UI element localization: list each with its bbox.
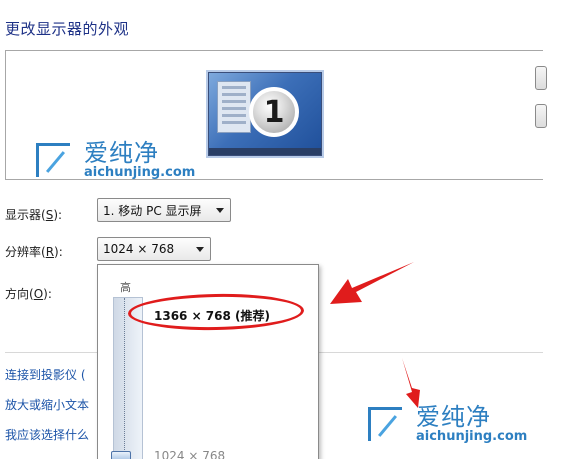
watermark-en: aichunjing.com bbox=[84, 165, 196, 180]
watermark-bottom: 爱纯净 aichunjing.com bbox=[368, 404, 527, 444]
display-select-value: 1. 移动 PC 显示屏 bbox=[103, 203, 202, 218]
resolution-select-value: 1024 × 768 bbox=[103, 242, 175, 256]
text-size-link[interactable]: 放大或缩小文本 bbox=[5, 396, 98, 413]
window-thumbnail-icon bbox=[217, 81, 251, 133]
page-title: 更改显示器的外观 bbox=[5, 20, 130, 38]
connect-projector-link[interactable]: 连接到投影仪 ( bbox=[5, 366, 98, 383]
monitor-1-thumbnail[interactable]: 1 bbox=[208, 72, 322, 156]
watermark-top: 爱纯净 aichunjing.com bbox=[36, 140, 195, 180]
slider-high-label: 高 bbox=[120, 281, 131, 294]
arrow-bottom bbox=[402, 358, 420, 408]
orientation-label: 方向(O): bbox=[5, 287, 52, 301]
display-select[interactable]: 1. 移动 PC 显示屏 bbox=[97, 198, 231, 222]
watermark-cn: 爱纯净 bbox=[84, 139, 159, 167]
watermark-logo-icon bbox=[368, 405, 412, 443]
display-label: 显示器(S): bbox=[5, 208, 63, 222]
identify-button[interactable] bbox=[535, 104, 547, 128]
resolution-option-current[interactable]: 1024 × 768 bbox=[154, 449, 225, 459]
watermark-cn: 爱纯净 bbox=[416, 403, 491, 431]
resolution-label: 分辨率(R): bbox=[5, 245, 63, 259]
resolution-slider-thumb[interactable] bbox=[111, 451, 131, 459]
detect-button[interactable] bbox=[535, 66, 547, 90]
taskbar-thumbnail bbox=[209, 148, 321, 155]
watermark-logo-icon bbox=[36, 141, 80, 179]
watermark-en: aichunjing.com bbox=[416, 429, 528, 444]
chevron-down-icon bbox=[216, 208, 224, 213]
chevron-down-icon bbox=[196, 247, 204, 252]
arrow-top bbox=[330, 262, 414, 304]
monitor-number-badge: 1 bbox=[249, 87, 299, 137]
display-settings-help-link[interactable]: 我应该选择什么 bbox=[5, 426, 98, 443]
resolution-select[interactable]: 1024 × 768 bbox=[97, 237, 211, 261]
